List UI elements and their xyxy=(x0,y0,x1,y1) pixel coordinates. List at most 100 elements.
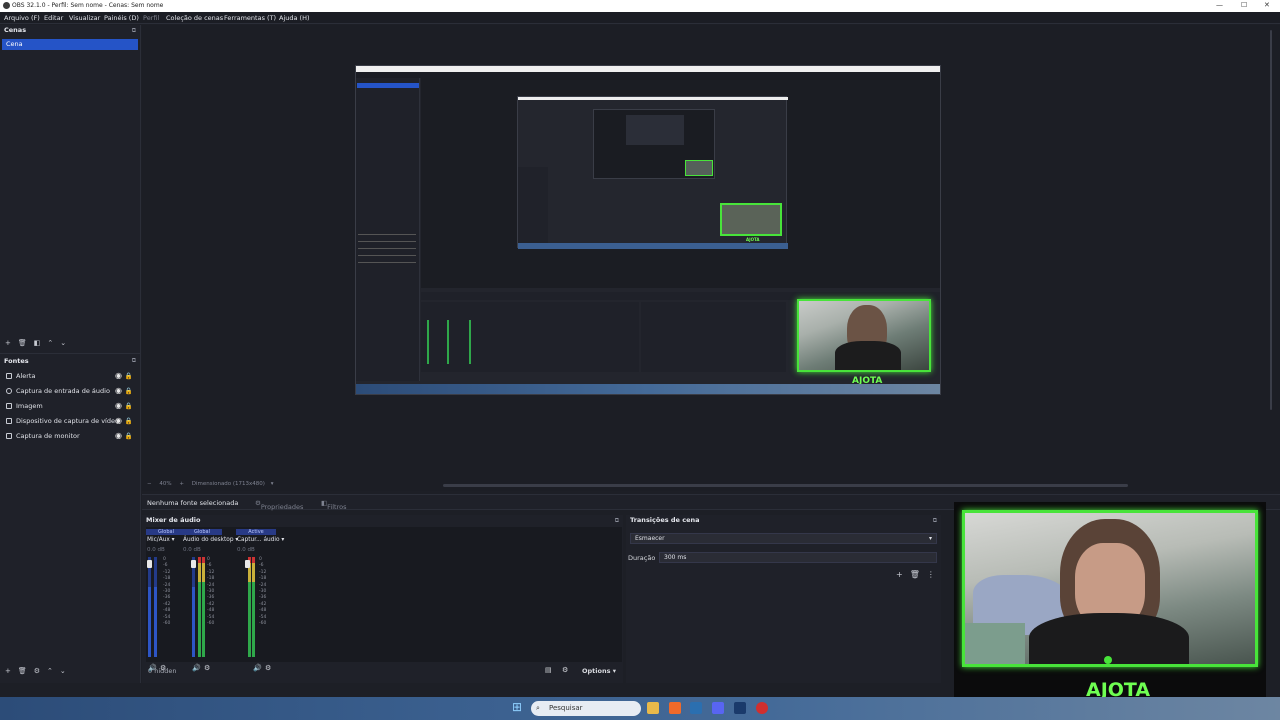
file-explorer-icon[interactable] xyxy=(647,702,659,714)
scenes-dock-title: Cenas xyxy=(4,26,27,34)
volume-slider-handle[interactable] xyxy=(245,560,250,568)
remove-source-icon[interactable]: 🗑 xyxy=(18,667,27,675)
channel-name[interactable]: Áudio do desktop ▾ xyxy=(183,537,238,543)
lock-icon[interactable]: 🔒 xyxy=(125,370,133,382)
preview-canvas[interactable]: AJOTA AJOTA xyxy=(355,65,941,395)
dock-float-icon[interactable]: ⧉ xyxy=(615,517,619,525)
visibility-eye-icon[interactable]: ◉ xyxy=(115,430,122,442)
steam-icon[interactable] xyxy=(690,702,702,714)
window-title: OBS 32.1.0 - Perfil: Sem nome - Cenas: S… xyxy=(12,2,164,9)
mixer-status-bar: 0 hidden ▤ ⚙ Options ▾ xyxy=(142,664,942,678)
move-up-icon[interactable]: ⌃ xyxy=(47,339,53,347)
menu-editar[interactable]: Editar xyxy=(44,14,63,22)
preview-vertical-scrollbar[interactable] xyxy=(1268,30,1274,410)
nested-mixer xyxy=(421,302,639,372)
volume-meter xyxy=(148,557,151,657)
lock-icon[interactable]: 🔒 xyxy=(125,385,133,397)
menu-ferramentas[interactable]: Ferramentas (T) xyxy=(224,14,276,22)
more-options-icon[interactable]: ⋮ xyxy=(927,570,935,579)
channel-name-text: Mic/Aux xyxy=(147,537,170,543)
source-label: Captura de monitor xyxy=(16,432,80,440)
dock-float-icon[interactable]: ⧉ xyxy=(132,357,136,365)
mixer-channel-desktop: Global Áudio do desktop ▾ 0.0 dB 0 -6 -12-… xyxy=(182,527,238,672)
dock-float-icon[interactable]: ⧉ xyxy=(132,27,136,35)
channel-badge: Global xyxy=(146,529,186,535)
brave-browser-icon[interactable] xyxy=(669,702,681,714)
source-item-monitor[interactable]: Captura de monitor ◉ 🔒 xyxy=(4,430,138,442)
dock-float-icon[interactable]: ⧉ xyxy=(933,517,937,525)
maximize-icon[interactable]: ☐ xyxy=(1241,1,1247,9)
zoom-in-icon[interactable]: + xyxy=(179,481,184,487)
steam-icon[interactable] xyxy=(734,702,746,714)
options-button[interactable]: Options ▾ xyxy=(582,667,616,675)
menu-paineis[interactable]: Painéis (D) xyxy=(104,14,139,22)
nested-taskbar xyxy=(356,384,940,394)
channel-name[interactable]: Captur... áudio ▾ xyxy=(237,537,284,543)
scenes-dock: Cenas ⧉ Cena + 🗑 ◧ ⌃ ⌄ xyxy=(0,25,141,353)
volume-meter xyxy=(252,557,255,657)
mixer-title: Mixer de áudio xyxy=(146,516,201,524)
lock-icon[interactable]: 🔒 xyxy=(125,400,133,412)
sources-toolbar: + 🗑 ⚙ ⌃ ⌄ xyxy=(0,664,141,678)
transitions-title: Transições de cena xyxy=(630,516,700,524)
channel-badge: Global xyxy=(182,529,222,535)
channel-db: 0.0 dB xyxy=(237,547,255,553)
lock-icon[interactable]: 🔒 xyxy=(125,415,133,427)
visibility-eye-icon[interactable]: ◉ xyxy=(115,385,122,397)
move-down-icon[interactable]: ⌄ xyxy=(60,667,66,675)
menu-perfil[interactable]: Perfil xyxy=(143,14,159,22)
mixer-layout-icon[interactable]: ▤ xyxy=(545,666,552,674)
advanced-audio-icon[interactable]: ⚙ xyxy=(562,666,568,674)
volume-meter xyxy=(248,557,251,657)
add-transition-icon[interactable]: + xyxy=(896,570,903,579)
menu-bar: Arquivo (F) Editar Visualizar Painéis (D… xyxy=(0,12,1280,24)
obs-app-icon[interactable] xyxy=(756,702,768,714)
volume-slider-handle[interactable] xyxy=(191,560,196,568)
move-down-icon[interactable]: ⌄ xyxy=(60,339,66,347)
scale-mode[interactable]: Dimensionado (1713x480) xyxy=(192,481,265,487)
source-item-video-capture[interactable]: Dispositivo de captura de vídeo ◉ 🔒 xyxy=(4,415,138,427)
search-icon: ⌕ xyxy=(536,704,540,712)
source-properties-icon[interactable]: ⚙ xyxy=(34,667,40,675)
lock-icon[interactable]: 🔒 xyxy=(125,430,133,442)
nested-overlay-name: AJOTA xyxy=(746,237,760,242)
audio-mixer-dock: Mixer de áudio ⧉ Global Mic/Aux ▾ 0.0 dB… xyxy=(142,515,623,683)
transition-selected: Esmaecer xyxy=(635,535,665,542)
windows-start-icon[interactable]: ⊞ xyxy=(512,700,524,714)
channel-name[interactable]: Mic/Aux ▾ xyxy=(147,537,175,543)
scene-item[interactable]: Cena xyxy=(2,39,138,50)
visibility-eye-icon[interactable]: ◉ xyxy=(115,400,122,412)
scene-filters-icon[interactable]: ◧ xyxy=(34,339,41,347)
preview-horizontal-scrollbar[interactable] xyxy=(443,484,1128,487)
minimize-icon[interactable]: — xyxy=(1216,1,1223,9)
duration-value: 300 ms xyxy=(664,554,687,561)
transition-select[interactable]: Esmaecer ▾ xyxy=(630,533,937,544)
zoom-out-icon[interactable]: − xyxy=(147,481,152,487)
filters-button[interactable]: ◧ Filtros xyxy=(321,499,346,511)
menu-colecao-cenas[interactable]: Coleção de cenas xyxy=(166,14,223,22)
volume-meter xyxy=(154,557,157,657)
image-icon xyxy=(6,373,12,379)
chevron-down-icon[interactable]: ▾ xyxy=(271,481,274,487)
add-scene-icon[interactable]: + xyxy=(5,339,11,347)
volume-slider-handle[interactable] xyxy=(147,560,152,568)
discord-icon[interactable] xyxy=(712,702,724,714)
taskbar-search[interactable]: ⌕ Pesquisar xyxy=(531,701,641,716)
source-item-alerta[interactable]: Alerta ◉ 🔒 xyxy=(4,370,138,382)
properties-button[interactable]: ⚙ Propriedades xyxy=(255,499,303,511)
visibility-eye-icon[interactable]: ◉ xyxy=(115,370,122,382)
source-item-audio-input[interactable]: Captura de entrada de áudio ◉ 🔒 xyxy=(4,385,138,397)
monitor-icon xyxy=(6,433,12,439)
source-item-imagem[interactable]: Imagem ◉ 🔒 xyxy=(4,400,138,412)
close-icon[interactable]: ✕ xyxy=(1264,1,1270,9)
visibility-eye-icon[interactable]: ◉ xyxy=(115,415,122,427)
add-source-icon[interactable]: + xyxy=(5,667,11,675)
microphone-icon xyxy=(6,388,12,394)
remove-scene-icon[interactable]: 🗑 xyxy=(18,339,27,347)
move-up-icon[interactable]: ⌃ xyxy=(47,667,53,675)
duration-input[interactable]: 300 ms xyxy=(659,552,937,563)
remove-transition-icon[interactable]: 🗑 xyxy=(910,570,920,579)
menu-visualizar[interactable]: Visualizar xyxy=(69,14,100,22)
menu-arquivo[interactable]: Arquivo (F) xyxy=(4,14,40,22)
menu-ajuda[interactable]: Ajuda (H) xyxy=(279,14,310,22)
